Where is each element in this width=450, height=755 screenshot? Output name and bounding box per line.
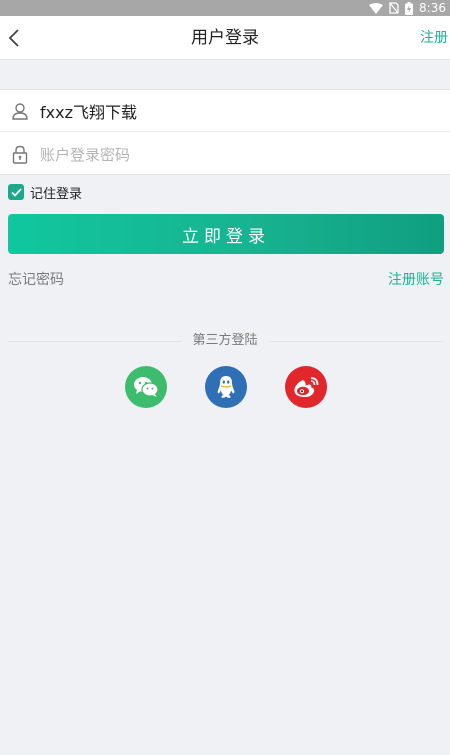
password-input[interactable] <box>40 133 450 175</box>
wifi-icon <box>369 2 384 14</box>
register-nav-button[interactable]: 注册 <box>420 16 448 60</box>
checkmark-icon <box>10 187 22 197</box>
status-bar: 8:36 <box>0 0 450 16</box>
chevron-left-icon <box>8 29 19 47</box>
qq-login-button[interactable] <box>205 366 247 408</box>
wechat-login-button[interactable] <box>125 366 167 408</box>
back-button[interactable] <box>2 24 26 52</box>
qq-icon <box>217 376 235 398</box>
battery-charging-icon <box>405 1 414 15</box>
third-party-heading: 第三方登陆 <box>0 331 450 351</box>
no-sim-icon <box>389 2 399 14</box>
lock-icon <box>0 133 40 175</box>
register-account-link[interactable]: 注册账号 <box>388 270 444 290</box>
status-time: 8:36 <box>419 1 446 15</box>
weibo-icon <box>294 377 319 398</box>
weibo-login-button[interactable] <box>285 366 327 408</box>
forgot-password-link[interactable]: 忘记密码 <box>8 270 64 290</box>
username-input[interactable] <box>40 89 450 132</box>
remember-login-toggle[interactable]: 记住登录 <box>8 183 83 202</box>
remember-checkbox[interactable] <box>8 184 24 200</box>
status-icons: 8:36 <box>369 0 450 16</box>
nav-bar: 用户登录 注册 <box>0 16 450 60</box>
remember-label: 记住登录 <box>30 186 83 202</box>
password-row <box>0 133 450 175</box>
login-button[interactable]: 立即登录 <box>8 214 444 254</box>
wechat-icon <box>134 377 159 397</box>
login-form <box>0 89 450 175</box>
user-icon <box>0 90 40 132</box>
third-party-title: 第三方登陆 <box>182 333 268 348</box>
username-row <box>0 89 450 132</box>
page-title: 用户登录 <box>191 28 259 48</box>
